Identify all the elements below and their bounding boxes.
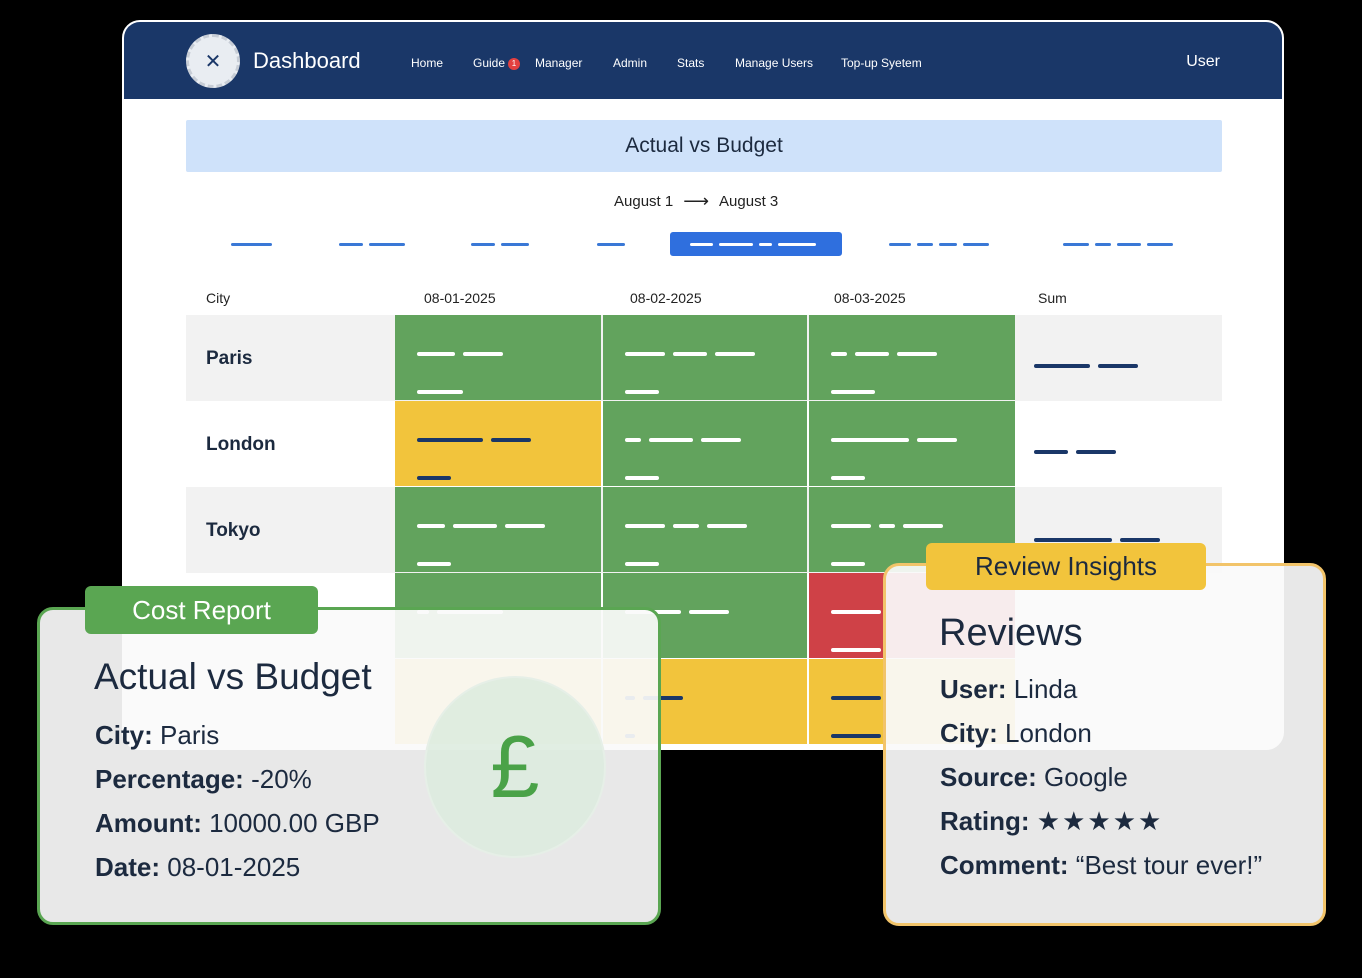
- table-cell[interactable]: [603, 315, 807, 400]
- filter-tabs: [186, 232, 1222, 256]
- tab-1[interactable]: [231, 232, 278, 256]
- header-date-3: 08-03-2025: [834, 290, 906, 306]
- table-cell[interactable]: [603, 487, 807, 572]
- date-range[interactable]: August 1 ⟶ August 3: [614, 191, 778, 212]
- table-row[interactable]: Paris: [186, 315, 1222, 401]
- nav-topup-system[interactable]: Top-up Syetem: [841, 56, 922, 70]
- nav-home[interactable]: Home: [411, 56, 443, 70]
- date-from: August 1: [614, 193, 674, 210]
- table-cell[interactable]: [603, 401, 807, 486]
- navbar: ✕ Dashboard Home Guide 1 Manager Admin St…: [124, 22, 1282, 99]
- city-name: Paris: [206, 348, 253, 369]
- sum-cell: [1034, 441, 1124, 459]
- table-row[interactable]: London: [186, 401, 1222, 487]
- nav-stats[interactable]: Stats: [677, 56, 704, 70]
- cost-report-card: Actual vs Budget City: Paris Percentage:…: [37, 607, 661, 925]
- tab-2[interactable]: [339, 232, 411, 256]
- city-name: Tokyo: [206, 520, 261, 541]
- tab-3[interactable]: [471, 232, 535, 256]
- page-title: Actual vs Budget: [186, 120, 1222, 172]
- notification-badge: 1: [508, 58, 521, 70]
- logo-icon[interactable]: ✕: [186, 34, 240, 88]
- review-source: Source: Google: [940, 762, 1128, 792]
- cost-amount: Amount: 10000.00 GBP: [95, 808, 380, 838]
- city-name: London: [206, 434, 276, 455]
- cost-report-tag: Cost Report: [85, 586, 318, 634]
- review-comment: Comment: “Best tour ever!”: [940, 850, 1263, 880]
- cost-date: Date: 08-01-2025: [95, 852, 301, 882]
- table-cell[interactable]: [809, 315, 1015, 400]
- header-city: City: [206, 290, 231, 306]
- review-insights-card: Reviews User: Linda City: London Source:…: [883, 563, 1326, 926]
- user-menu[interactable]: User: [1186, 53, 1220, 71]
- cost-city: City: Paris: [95, 720, 220, 750]
- review-insights-tag: Review Insights: [926, 543, 1206, 590]
- sum-cell: [1034, 355, 1146, 373]
- nav-guide[interactable]: Guide 1: [473, 56, 521, 70]
- cost-card-title: Actual vs Budget: [94, 656, 372, 697]
- cost-percentage: Percentage: -20%: [95, 764, 312, 794]
- budget-table: City 08-01-2025 08-02-2025 08-03-2025 Su…: [186, 290, 1222, 744]
- review-city: City: London: [940, 718, 1092, 748]
- table-cell[interactable]: [395, 315, 601, 400]
- review-card-title: Reviews: [939, 612, 1083, 654]
- tab-6[interactable]: [889, 232, 995, 256]
- nav-guide-label: Guide: [473, 56, 506, 70]
- table-header: City 08-01-2025 08-02-2025 08-03-2025 Su…: [186, 290, 1222, 316]
- table-cell[interactable]: [395, 401, 601, 486]
- header-date-1: 08-01-2025: [424, 290, 496, 306]
- nav-manage-users[interactable]: Manage Users: [735, 56, 813, 70]
- header-sum: Sum: [1038, 290, 1067, 306]
- nav-manager[interactable]: Manager: [535, 56, 582, 70]
- review-rating: Rating: ★★★★★: [940, 806, 1164, 836]
- nav-admin[interactable]: Admin: [613, 56, 647, 70]
- stage: ✕ Dashboard Home Guide 1 Manager Admin St…: [0, 0, 1362, 978]
- arrow-right-icon: ⟶: [683, 191, 710, 211]
- tab-4[interactable]: [597, 232, 631, 256]
- date-to: August 3: [719, 193, 779, 210]
- brand-title: Dashboard: [253, 48, 361, 73]
- table-cell[interactable]: [395, 487, 601, 572]
- table-cell[interactable]: [809, 401, 1015, 486]
- pound-icon: £: [424, 676, 606, 858]
- tab-active[interactable]: [670, 232, 842, 256]
- header-date-2: 08-02-2025: [630, 290, 702, 306]
- tab-7[interactable]: [1063, 232, 1179, 256]
- star-rating-icon: ★★★★★: [1036, 806, 1164, 836]
- review-user: User: Linda: [940, 674, 1078, 704]
